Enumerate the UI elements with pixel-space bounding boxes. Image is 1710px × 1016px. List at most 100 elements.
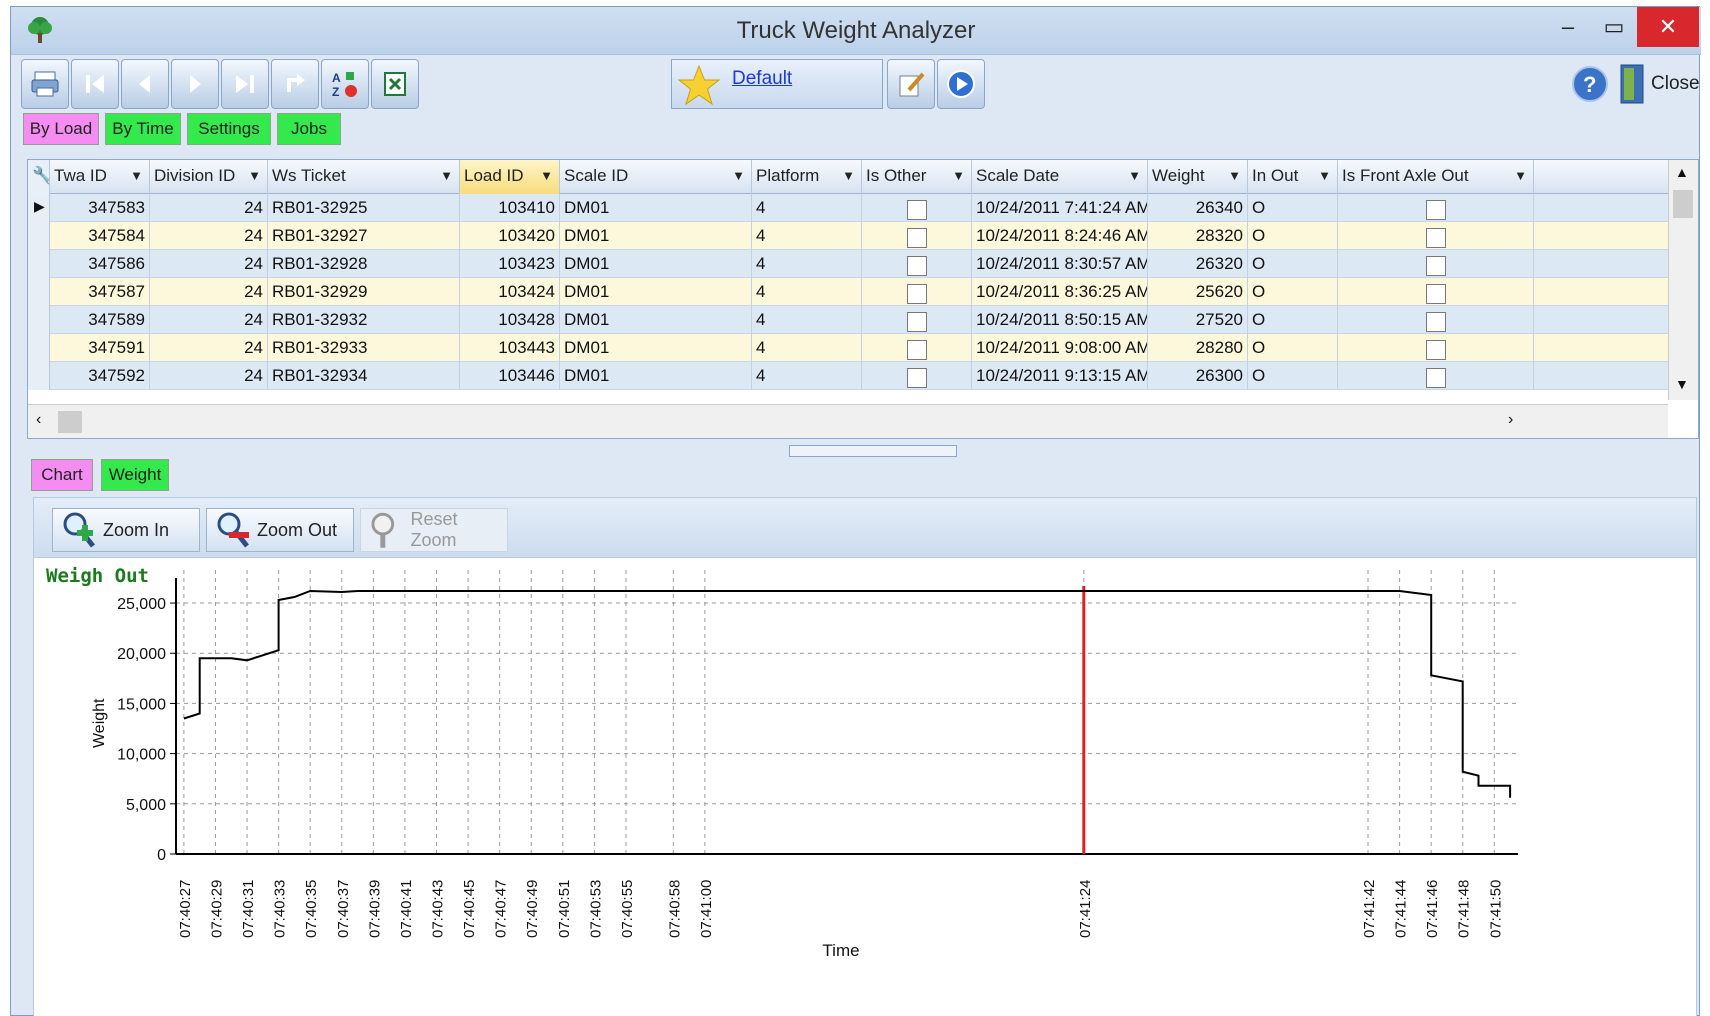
- checkbox[interactable]: [906, 284, 927, 305]
- tab-weight[interactable]: Weight: [101, 459, 169, 491]
- checkbox[interactable]: [1425, 284, 1446, 305]
- checkbox[interactable]: [906, 368, 927, 389]
- cell-in-out: O: [1248, 306, 1338, 334]
- x-tick-label: 07:40:49: [524, 880, 541, 938]
- col-ws-ticket[interactable]: Ws Ticket ▼: [268, 160, 460, 194]
- x-tick-label: 07:40:51: [556, 880, 573, 938]
- checkbox[interactable]: [1425, 368, 1446, 389]
- row-selector[interactable]: [28, 334, 50, 362]
- grid-horizontal-scrollbar[interactable]: ‹ ›: [28, 404, 1668, 438]
- scroll-down-icon[interactable]: ▼: [1675, 376, 1689, 392]
- table-row[interactable]: 347592 24 RB01-32934 103446 DM01 4 10/24/2011 …: [28, 362, 1668, 390]
- zoom-in-label: Zoom In: [103, 519, 170, 540]
- cell-weight: 26300: [1148, 362, 1248, 390]
- excel-export-button[interactable]: [371, 59, 419, 109]
- minimize-button[interactable]: –: [1545, 7, 1591, 47]
- checkbox[interactable]: [1425, 340, 1446, 361]
- exit-door-icon[interactable]: [1617, 63, 1647, 105]
- row-selector[interactable]: [28, 250, 50, 278]
- table-row[interactable]: 347591 24 RB01-32933 103443 DM01 4 10/24/2011 …: [28, 334, 1668, 362]
- checkbox[interactable]: [906, 340, 927, 361]
- grid-vertical-scrollbar[interactable]: ▲ ▼: [1668, 160, 1698, 400]
- close-button-label[interactable]: Close: [1651, 73, 1700, 95]
- cell-scale-id: DM01: [560, 334, 752, 362]
- magnifier-minus-icon: [217, 512, 249, 548]
- cell-scale-id: DM01: [560, 306, 752, 334]
- col-scale-date[interactable]: Scale Date ▼: [972, 160, 1148, 194]
- checkbox[interactable]: [1425, 200, 1446, 221]
- cell-division-id: 24: [150, 334, 268, 362]
- filter-icon[interactable]: 🔧: [28, 160, 50, 194]
- x-tick-label: 07:40:35: [303, 880, 320, 938]
- cell-in-out: O: [1248, 362, 1338, 390]
- row-selector[interactable]: [28, 222, 50, 250]
- reset-zoom-button[interactable]: Reset Zoom: [360, 508, 508, 552]
- tab-chart[interactable]: Chart: [31, 459, 93, 491]
- edit-report-button[interactable]: [887, 59, 935, 109]
- checkbox[interactable]: [906, 200, 927, 221]
- cell-load-id: 103424: [460, 278, 560, 306]
- scroll-right-icon[interactable]: ›: [1508, 411, 1513, 429]
- help-icon[interactable]: ?: [1571, 65, 1609, 103]
- checkbox[interactable]: [906, 312, 927, 333]
- checkbox[interactable]: [1425, 256, 1446, 277]
- table-row[interactable]: 347589 24 RB01-32932 103428 DM01 4 10/24/2011 …: [28, 306, 1668, 334]
- x-tick-label: 07:40:29: [208, 880, 225, 938]
- tab-settings[interactable]: Settings: [187, 113, 271, 145]
- row-selector[interactable]: [28, 278, 50, 306]
- cell-in-out: O: [1248, 278, 1338, 306]
- maximize-button[interactable]: ▭: [1591, 7, 1637, 47]
- tab-jobs[interactable]: Jobs: [277, 113, 341, 145]
- report-name-link[interactable]: Default: [732, 68, 792, 90]
- table-row[interactable]: 347586 24 RB01-32928 103423 DM01 4 10/24/2011 …: [28, 250, 1668, 278]
- cell-front-axle-out: [1338, 306, 1534, 334]
- first-record-button[interactable]: [71, 59, 119, 109]
- previous-record-button[interactable]: [121, 59, 169, 109]
- cell-scale-date: 10/24/2011 8:50:15 AM: [972, 306, 1148, 334]
- table-row[interactable]: 347587 24 RB01-32929 103424 DM01 4 10/24/2011 …: [28, 278, 1668, 306]
- cell-scale-date: 10/24/2011 7:41:24 AM: [972, 194, 1148, 222]
- zoom-out-button[interactable]: Zoom Out: [206, 508, 354, 552]
- col-platform[interactable]: Platform ▼: [752, 160, 862, 194]
- checkbox[interactable]: [1425, 312, 1446, 333]
- sort-arrow-icon: ▼: [1228, 168, 1241, 183]
- run-report-button[interactable]: [937, 59, 985, 109]
- tab-by-load[interactable]: By Load: [23, 113, 99, 145]
- row-selector[interactable]: [28, 362, 50, 390]
- last-record-button[interactable]: [221, 59, 269, 109]
- svg-text:Z: Z: [332, 85, 339, 99]
- refresh-button[interactable]: [271, 59, 319, 109]
- next-record-button[interactable]: [171, 59, 219, 109]
- y-tick-label: 10,000: [117, 747, 166, 764]
- panel-splitter[interactable]: [789, 445, 957, 457]
- table-row[interactable]: 347584 24 RB01-32927 103420 DM01 4 10/24/2011 …: [28, 222, 1668, 250]
- x-tick-label: 07:40:47: [493, 880, 510, 938]
- col-weight[interactable]: Weight ▼: [1148, 160, 1248, 194]
- checkbox[interactable]: [906, 256, 927, 277]
- table-row[interactable]: ▶ 347583 24 RB01-32925 103410 DM01 4 10/24/2011…: [28, 194, 1668, 222]
- y-tick-label: 0: [157, 847, 166, 864]
- sort-button[interactable]: AZ: [321, 59, 369, 109]
- x-tick-label: 07:40:41: [398, 880, 415, 938]
- tab-by-time[interactable]: By Time: [105, 113, 181, 145]
- row-selector[interactable]: ▶: [28, 194, 50, 222]
- scroll-left-icon[interactable]: ‹: [36, 411, 41, 429]
- col-in-out[interactable]: In Out ▼: [1248, 160, 1338, 194]
- checkbox[interactable]: [906, 228, 927, 249]
- print-button[interactable]: [21, 59, 69, 109]
- col-is-other[interactable]: Is Other ▼: [862, 160, 972, 194]
- window-close-button[interactable]: ✕: [1637, 7, 1699, 47]
- cell-scale-date: 10/24/2011 8:30:57 AM: [972, 250, 1148, 278]
- col-division-id[interactable]: Division ID ▼: [150, 160, 268, 194]
- cell-front-axle-out: [1338, 250, 1534, 278]
- col-front-axle-out[interactable]: Is Front Axle Out ▼: [1338, 160, 1534, 194]
- row-selector[interactable]: [28, 306, 50, 334]
- hscroll-thumb[interactable]: [58, 411, 82, 433]
- col-twa-id[interactable]: Twa ID ▼: [50, 160, 150, 194]
- checkbox[interactable]: [1425, 228, 1446, 249]
- col-scale-id[interactable]: Scale ID ▼: [560, 160, 752, 194]
- col-load-id[interactable]: Load ID ▼: [460, 160, 560, 194]
- scroll-thumb[interactable]: [1673, 190, 1693, 218]
- scroll-up-icon[interactable]: ▲: [1675, 164, 1689, 180]
- zoom-in-button[interactable]: Zoom In: [52, 508, 200, 552]
